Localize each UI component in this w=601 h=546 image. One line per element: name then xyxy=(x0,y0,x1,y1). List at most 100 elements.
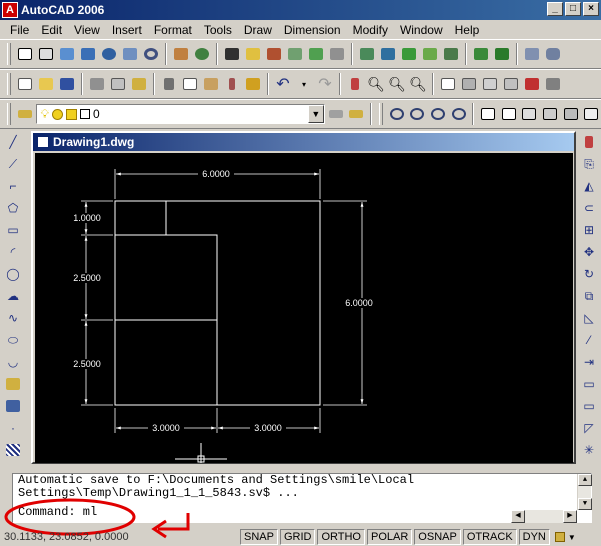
mirror-icon[interactable]: ◭ xyxy=(579,176,599,196)
ucs-view-icon[interactable] xyxy=(561,104,581,124)
command-horizontal-scrollbar[interactable]: ◀ ▶ xyxy=(511,510,577,523)
layer-manager-icon[interactable] xyxy=(15,104,35,124)
menu-modify[interactable]: Modify xyxy=(347,23,394,37)
maximize-button[interactable]: □ xyxy=(565,2,581,16)
mapping-icon[interactable] xyxy=(285,44,305,64)
menu-tools[interactable]: Tools xyxy=(198,23,238,37)
paste-icon[interactable] xyxy=(201,74,221,94)
clapper-icon[interactable] xyxy=(222,44,242,64)
make-current-layer-icon[interactable] xyxy=(326,104,346,124)
materials-icon[interactable] xyxy=(264,44,284,64)
3d-cube-icon[interactable] xyxy=(57,44,77,64)
torus-icon[interactable] xyxy=(141,44,161,64)
erase-icon[interactable] xyxy=(579,132,599,152)
layer-dropdown[interactable]: 💡︎ 0 ▼ xyxy=(35,104,325,124)
zoom-realtime-icon[interactable]: 🔍︎ xyxy=(366,74,386,94)
publish-icon[interactable] xyxy=(129,74,149,94)
cut-icon[interactable] xyxy=(159,74,179,94)
3d-wedge-icon[interactable] xyxy=(36,44,56,64)
lock-icon[interactable] xyxy=(554,532,565,542)
landscape-icon[interactable] xyxy=(357,44,377,64)
ucs-face-icon[interactable] xyxy=(520,104,540,124)
otrack-toggle[interactable]: OTRACK xyxy=(462,529,517,545)
scale-icon[interactable]: ⧉ xyxy=(579,286,599,306)
3d-box-icon[interactable] xyxy=(15,44,35,64)
arc-icon[interactable]: ◜ xyxy=(3,242,23,262)
scroll-left-icon[interactable]: ◀ xyxy=(511,510,525,523)
make-block-icon[interactable] xyxy=(3,396,23,416)
drawing-canvas[interactable]: 6.0000 6.0000 1.0000 2.5000 2.5000 3.000… xyxy=(35,153,573,463)
block-editor-icon[interactable] xyxy=(243,74,263,94)
explode-icon[interactable]: ✳ xyxy=(579,440,599,460)
dropdown-arrow-icon[interactable]: ▾ xyxy=(294,74,314,94)
sphere-icon[interactable] xyxy=(99,44,119,64)
zoom-window-icon[interactable]: 🔍︎ xyxy=(387,74,407,94)
solid-cylinder-icon[interactable] xyxy=(543,44,563,64)
toolbar-grip[interactable] xyxy=(7,43,11,65)
toolbar-grip[interactable] xyxy=(7,103,11,125)
menu-edit[interactable]: Edit xyxy=(35,23,68,37)
tool-palettes-icon[interactable] xyxy=(480,74,500,94)
osnap-toggle[interactable]: OSNAP xyxy=(414,529,461,545)
toolbar-grip[interactable] xyxy=(379,103,383,125)
ucs-icon[interactable] xyxy=(478,104,498,124)
tree-icon[interactable] xyxy=(399,44,419,64)
polar-toggle[interactable]: POLAR xyxy=(367,529,413,545)
status-menu-arrow-icon[interactable]: ▼ xyxy=(568,533,576,542)
open-folder-icon[interactable] xyxy=(36,74,56,94)
scroll-right-icon[interactable]: ▶ xyxy=(563,510,577,523)
ellipse-icon[interactable]: ⬭ xyxy=(3,330,23,350)
pan-realtime-icon[interactable] xyxy=(345,74,365,94)
revision-cloud-icon[interactable]: ☁︎ xyxy=(3,286,23,306)
menu-view[interactable]: View xyxy=(68,23,106,37)
polyline-icon[interactable]: ⌐ xyxy=(3,176,23,196)
save-icon[interactable] xyxy=(57,74,77,94)
stretch-icon[interactable]: ◺ xyxy=(579,308,599,328)
render-icon[interactable] xyxy=(171,44,191,64)
copy-object-icon[interactable]: ⎘ xyxy=(579,154,599,174)
join-icon[interactable]: ▭ xyxy=(579,396,599,416)
menu-draw[interactable]: Draw xyxy=(238,23,278,37)
plot-preview-icon[interactable] xyxy=(108,74,128,94)
edit-landscape-icon[interactable] xyxy=(420,44,440,64)
layer-previous-icon[interactable] xyxy=(346,104,366,124)
render-options-icon[interactable] xyxy=(492,44,512,64)
close-button[interactable]: × xyxy=(583,2,599,16)
library-icon[interactable] xyxy=(378,44,398,64)
linetype-control-icon[interactable] xyxy=(408,104,428,124)
drawing-title-bar[interactable]: Drawing1.dwg xyxy=(33,133,574,151)
ortho-toggle[interactable]: ORTHO xyxy=(317,529,365,545)
offset-icon[interactable]: ⊂ xyxy=(579,198,599,218)
hatch-icon[interactable] xyxy=(3,440,23,460)
statistics-icon[interactable] xyxy=(441,44,461,64)
new-file-icon[interactable] xyxy=(15,74,35,94)
scene-icon[interactable] xyxy=(192,44,212,64)
lights-icon[interactable] xyxy=(243,44,263,64)
app-title-bar[interactable]: A AutoCAD 2006 _ □ × xyxy=(0,0,601,20)
match-properties-icon[interactable] xyxy=(222,74,242,94)
minimize-button[interactable]: _ xyxy=(547,2,563,16)
preferences-icon[interactable] xyxy=(471,44,491,64)
toolbar-grip[interactable] xyxy=(7,73,11,95)
redo-icon[interactable]: ↷ xyxy=(315,74,335,94)
3d-shaded-box-icon[interactable] xyxy=(78,44,98,64)
scroll-up-icon[interactable]: ▲ xyxy=(578,474,592,486)
coordinate-readout[interactable]: 30.1133, 23.0852, 0.0000 xyxy=(0,531,240,543)
dyn-toggle[interactable]: DYN xyxy=(518,529,550,545)
menu-dimension[interactable]: Dimension xyxy=(278,23,347,37)
move-icon[interactable]: ✥ xyxy=(579,242,599,262)
design-center-icon[interactable] xyxy=(459,74,479,94)
chevron-down-icon[interactable]: ▼ xyxy=(307,105,324,123)
drawing-file-icon[interactable] xyxy=(37,136,49,148)
extend-icon[interactable]: ⇥ xyxy=(579,352,599,372)
lineweight-control-icon[interactable] xyxy=(428,104,448,124)
rotate-icon[interactable]: ↻ xyxy=(579,264,599,284)
cylinder-icon[interactable] xyxy=(120,44,140,64)
construction-line-icon[interactable]: ⟋ xyxy=(3,154,23,174)
menu-window[interactable]: Window xyxy=(394,23,449,37)
fog-icon[interactable] xyxy=(327,44,347,64)
menu-help[interactable]: Help xyxy=(449,23,486,37)
break-icon[interactable]: ▭ xyxy=(579,374,599,394)
polygon-icon[interactable]: ⬠ xyxy=(3,198,23,218)
zoom-previous-icon[interactable]: 🔍︎ xyxy=(408,74,428,94)
